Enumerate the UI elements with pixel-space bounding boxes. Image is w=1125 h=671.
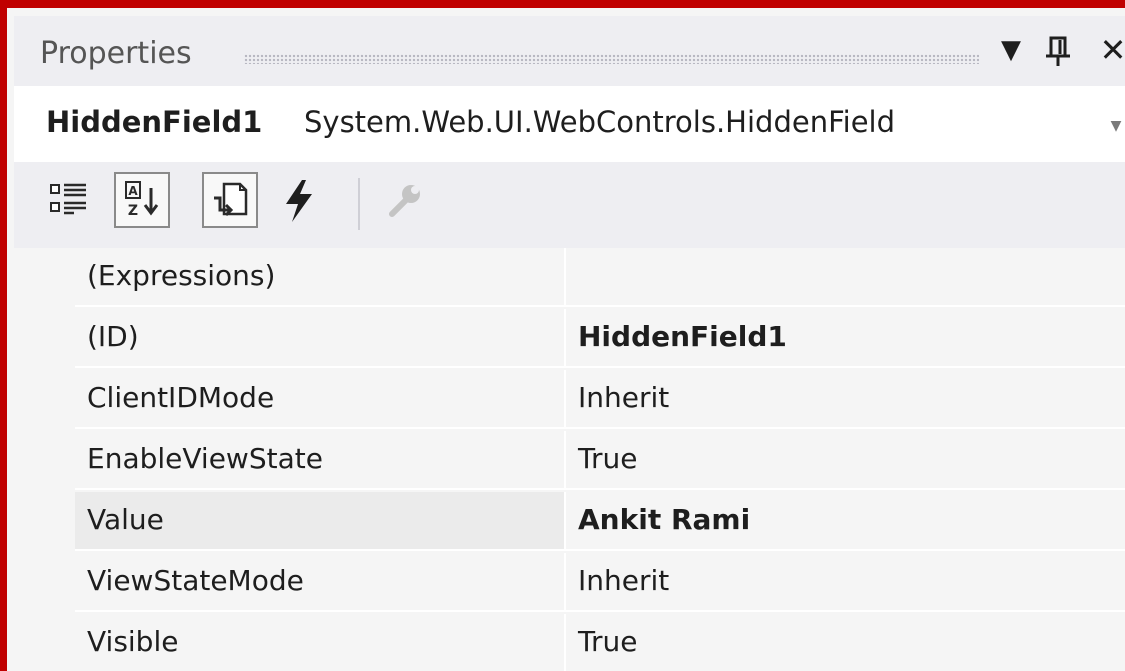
window-title: Properties	[40, 36, 192, 71]
close-icon[interactable]: ✕	[1094, 30, 1125, 70]
property-grid: (Expressions) (ID) HiddenField1 ClientID…	[14, 248, 1125, 671]
property-name-cell[interactable]: Value	[75, 492, 566, 549]
property-name: ViewStateMode	[87, 564, 304, 597]
properties-window: Properties ▼ ✕ HiddenField1 System.Web.U…	[0, 0, 1125, 671]
alphabetical-button[interactable]: A Z	[114, 172, 170, 228]
triangle-down-icon[interactable]: ▼	[996, 30, 1026, 70]
categorized-icon	[50, 183, 86, 215]
properties-toolbar: A Z	[14, 162, 1125, 248]
property-name-cell[interactable]: Visible	[75, 614, 566, 671]
property-row[interactable]: (Expressions)	[75, 248, 1125, 307]
sort-az-icon: A Z	[125, 181, 159, 219]
property-value: HiddenField1	[578, 320, 787, 353]
title-grip	[244, 54, 979, 64]
events-button[interactable]	[272, 172, 328, 228]
property-value-cell[interactable]: True	[566, 614, 1125, 671]
property-value: Inherit	[578, 381, 670, 414]
grid-gutter	[14, 248, 75, 671]
property-value: Ankit Rami	[578, 503, 751, 536]
wrench-icon	[389, 185, 420, 217]
svg-text:A: A	[128, 184, 138, 198]
property-value: True	[578, 442, 638, 475]
property-name: ClientIDMode	[87, 381, 275, 414]
properties-icon	[214, 182, 248, 217]
property-value-cell[interactable]: Ankit Rami	[566, 492, 1125, 549]
property-value-cell[interactable]: Inherit	[566, 553, 1125, 610]
property-name: Visible	[87, 625, 179, 658]
lightning-icon	[286, 180, 312, 222]
property-name-cell[interactable]: (Expressions)	[75, 248, 566, 305]
categorized-button[interactable]	[42, 172, 98, 228]
property-row[interactable]: ClientIDMode Inherit	[75, 370, 1125, 429]
property-value-cell[interactable]	[566, 248, 1125, 305]
property-value-cell[interactable]: Inherit	[566, 370, 1125, 427]
object-type: System.Web.UI.WebControls.HiddenField	[304, 105, 896, 139]
pin-glyph	[1046, 36, 1070, 66]
property-value-cell[interactable]: HiddenField1	[566, 309, 1125, 366]
property-name-cell[interactable]: ClientIDMode	[75, 370, 566, 427]
property-name-cell[interactable]: (ID)	[75, 309, 566, 366]
property-value: Inherit	[578, 564, 670, 597]
object-name: HiddenField1	[46, 105, 263, 139]
property-value-cell[interactable]: True	[566, 431, 1125, 488]
property-name: Value	[87, 503, 164, 536]
property-row[interactable]: Value Ankit Rami	[75, 492, 1125, 551]
property-pages-button	[376, 172, 432, 228]
property-value: True	[578, 625, 638, 658]
property-row[interactable]: ViewStateMode Inherit	[75, 553, 1125, 612]
property-name: (Expressions)	[87, 259, 276, 292]
property-name-cell[interactable]: ViewStateMode	[75, 553, 566, 610]
title-bar[interactable]: Properties ▼ ✕	[14, 16, 1125, 86]
property-name-cell[interactable]: EnableViewState	[75, 431, 566, 488]
object-selector[interactable]: HiddenField1 System.Web.UI.WebControls.H…	[14, 86, 1125, 162]
property-name: EnableViewState	[87, 442, 323, 475]
pin-icon[interactable]	[1041, 30, 1075, 70]
properties-button[interactable]	[202, 172, 258, 228]
property-row[interactable]: (ID) HiddenField1	[75, 309, 1125, 368]
property-name: (ID)	[87, 320, 139, 353]
toolbar-separator	[358, 178, 360, 230]
chevron-down-icon[interactable]: ▼	[1106, 116, 1125, 136]
property-row[interactable]: Visible True	[75, 614, 1125, 671]
property-row[interactable]: EnableViewState True	[75, 431, 1125, 490]
svg-text:Z: Z	[128, 203, 138, 219]
